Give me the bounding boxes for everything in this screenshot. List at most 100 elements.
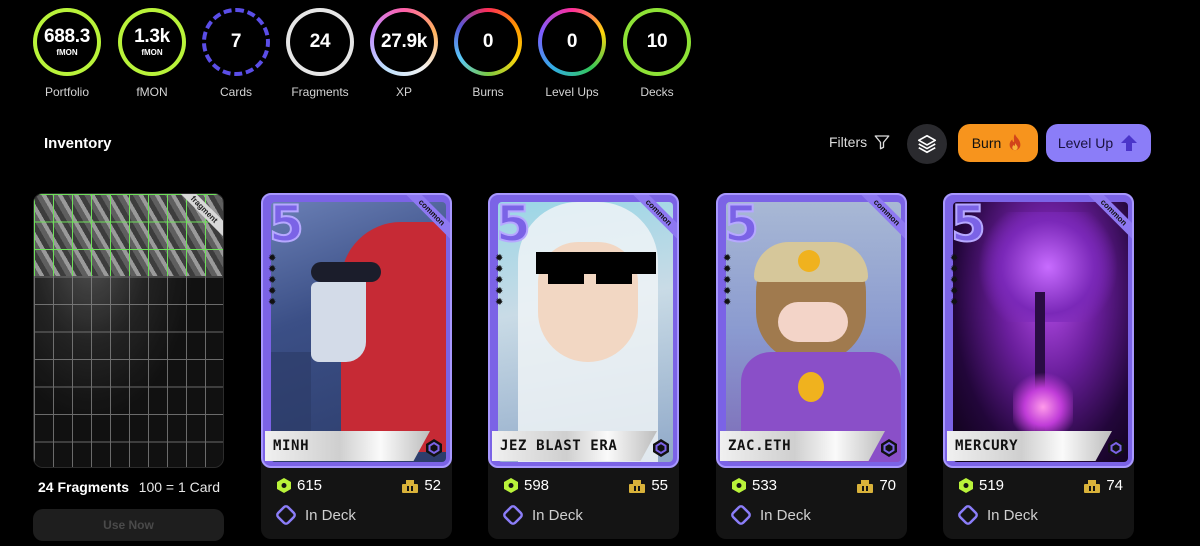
card-name: MERCURY	[955, 438, 1019, 454]
monad-badge-icon	[1106, 438, 1126, 458]
filter-funnel-icon	[874, 135, 890, 150]
use-now-button[interactable]: Use Now	[33, 509, 224, 541]
cards-value: 7	[230, 31, 242, 52]
burn-button[interactable]: Burn	[958, 124, 1038, 162]
card-level: 5	[723, 195, 760, 253]
stat-fmon: 1.3k fMON fMON	[107, 8, 197, 99]
portfolio-unit: fMON	[56, 47, 78, 57]
hex-stat: 598	[504, 477, 549, 494]
player-card[interactable]: 5 ✹ ✹ ✹ ✹ ✹ common MINH 615 52 In Deck	[261, 193, 452, 539]
bag-value: 55	[651, 477, 668, 494]
stat-decks: 10 Decks	[612, 8, 702, 99]
stat-burns: 0 Burns	[443, 8, 533, 99]
deck-icon	[503, 505, 523, 525]
deck-icon	[276, 505, 296, 525]
level-ups-ring: 0	[538, 8, 606, 76]
fmon-ring: 1.3k fMON	[118, 8, 186, 76]
green-hex-icon	[504, 478, 518, 493]
hex-value: 615	[297, 477, 323, 494]
card-face: 5 ✹ ✹ ✹ ✹ ✹ common JEZ BLAST ERA	[488, 193, 679, 468]
deck-icon	[731, 505, 751, 525]
card-face: 5 ✹ ✹ ✹ ✹ ✹ common ZAC.ETH	[716, 193, 907, 468]
burns-ring: 0	[454, 8, 522, 76]
stat-level-ups: 0 Level Ups	[527, 8, 617, 99]
card-name: JEZ BLAST ERA	[500, 438, 618, 454]
deck-icon	[958, 505, 978, 525]
card-nameplate: MINH	[265, 431, 430, 461]
card-level: 5	[495, 195, 532, 253]
bag-value: 52	[424, 477, 441, 494]
deck-status: In Deck	[275, 504, 356, 526]
rarity-stars: ✹ ✹ ✹ ✹ ✹	[723, 253, 732, 308]
card-name: ZAC.ETH	[728, 438, 792, 454]
bag-stat: 74	[1084, 477, 1123, 494]
rarity-stars: ✹ ✹ ✹ ✹ ✹	[950, 253, 959, 308]
card-nameplate: ZAC.ETH	[720, 431, 885, 461]
portfolio-label: Portfolio	[44, 85, 90, 99]
green-hex-icon	[959, 478, 973, 493]
rarity-stars: ✹ ✹ ✹ ✹ ✹	[495, 253, 504, 308]
filters-button[interactable]: Filters	[829, 133, 891, 151]
bag-icon	[1084, 479, 1101, 493]
deck-status: In Deck	[502, 504, 583, 526]
player-card[interactable]: 5 ✹ ✹ ✹ ✹ ✹ common JEZ BLAST ERA 598 55 In D…	[488, 193, 679, 539]
portfolio-value: 688.3	[43, 25, 91, 47]
level-up-button[interactable]: Level Up	[1046, 124, 1151, 162]
bag-value: 74	[1106, 477, 1123, 494]
monad-badge-icon	[651, 438, 671, 458]
green-hex-icon	[277, 478, 291, 493]
card-stats: 615 52	[277, 477, 441, 497]
deck-status-label: In Deck	[305, 506, 356, 524]
hex-stat: 615	[277, 477, 322, 494]
cards-ring: 7	[202, 8, 270, 76]
hex-stat: 519	[959, 477, 1004, 494]
bag-stat: 52	[402, 477, 441, 494]
decks-value: 10	[646, 31, 668, 52]
view-toggle-button[interactable]	[907, 124, 947, 164]
bag-icon	[857, 479, 874, 493]
fragments-value: 24	[309, 31, 331, 52]
card-face: 5 ✹ ✹ ✹ ✹ ✹ common MINH	[261, 193, 452, 468]
hex-stat: 533	[732, 477, 777, 494]
card-level: 5	[268, 195, 305, 253]
arrow-up-icon	[1121, 135, 1138, 151]
card-face: 5 ✹ ✹ ✹ ✹ ✹ common MERCURY	[943, 193, 1134, 468]
stat-xp: 27.9k XP	[359, 8, 449, 99]
xp-label: XP	[395, 85, 412, 99]
bag-stat: 70	[857, 477, 896, 494]
stat-portfolio: 688.3 fMON Portfolio	[22, 8, 112, 99]
fmon-unit: fMON	[141, 47, 163, 57]
card-nameplate: JEZ BLAST ERA	[492, 431, 657, 461]
card-stats: 533 70	[732, 477, 896, 497]
bag-stat: 55	[629, 477, 668, 494]
deck-status: In Deck	[957, 504, 1038, 526]
hex-value: 519	[979, 477, 1005, 494]
filters-label: Filters	[829, 134, 868, 150]
burns-value: 0	[482, 31, 494, 52]
fragments-image: fragment	[33, 193, 224, 468]
burns-label: Burns	[472, 85, 504, 99]
green-hex-icon	[732, 478, 746, 493]
inventory-title: Inventory	[44, 135, 112, 152]
fragments-rate: 100 = 1 Card	[138, 479, 220, 495]
card-name: MINH	[273, 438, 310, 454]
stat-fragments: 24 Fragments	[275, 8, 365, 99]
deck-status-label: In Deck	[760, 506, 811, 524]
fragments-label: Fragments	[291, 85, 349, 99]
portfolio-ring: 688.3 fMON	[33, 8, 101, 76]
stats-bar: 688.3 fMON Portfolio 1.3k fMON fMON 7 Ca…	[0, 0, 1200, 110]
level-ups-value: 0	[566, 31, 578, 52]
hex-value: 533	[752, 477, 778, 494]
deck-status: In Deck	[730, 504, 811, 526]
fmon-label: fMON	[136, 85, 168, 99]
player-card[interactable]: 5 ✹ ✹ ✹ ✹ ✹ common MERCURY 519 74 In Deck	[943, 193, 1134, 539]
bag-icon	[402, 479, 419, 493]
level-up-label: Level Up	[1057, 135, 1114, 151]
card-level: 5	[950, 195, 987, 253]
burn-label: Burn	[971, 135, 1002, 151]
rarity-stars: ✹ ✹ ✹ ✹ ✹	[268, 253, 277, 308]
fragments-count: 24 Fragments	[38, 479, 130, 495]
stat-cards: 7 Cards	[191, 8, 281, 99]
player-card[interactable]: 5 ✹ ✹ ✹ ✹ ✹ common ZAC.ETH 533 70 In Deck	[716, 193, 907, 539]
card-stats: 519 74	[959, 477, 1123, 497]
